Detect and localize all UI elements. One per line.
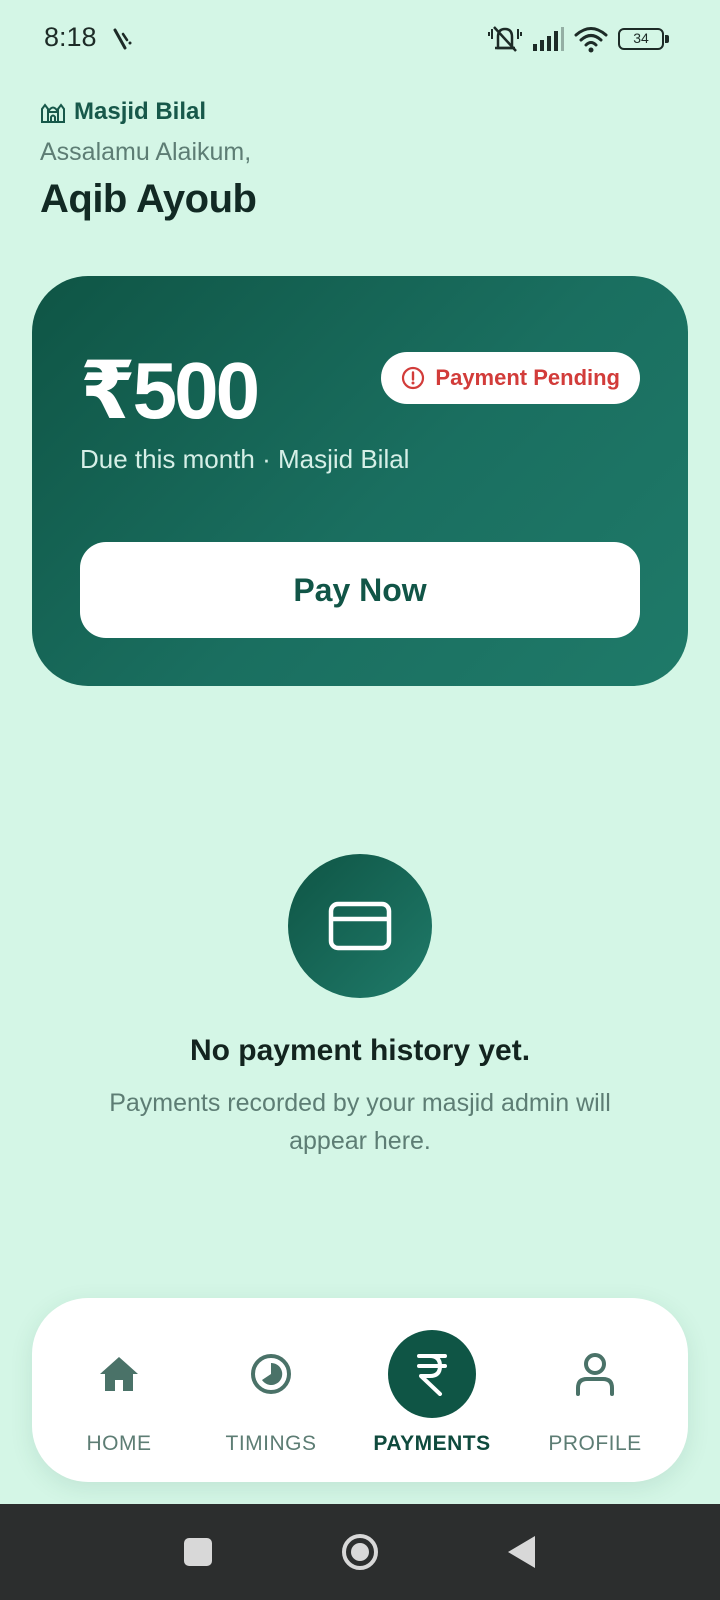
- user-name: Aqib Ayoub: [40, 177, 257, 221]
- header: Masjid Bilal Assalamu Alaikum, Aqib Ayou…: [40, 98, 257, 222]
- battery-icon: 34: [618, 28, 669, 50]
- nav-item-home[interactable]: HOME: [44, 1330, 194, 1460]
- bottom-nav: HOME TIMINGS PAYMENTS PROFILE: [32, 1298, 688, 1482]
- mosque-icon: [41, 103, 65, 123]
- payment-status-badge: Payment Pending: [381, 352, 640, 404]
- greeting: Assalamu Alaikum,: [40, 138, 252, 166]
- nav-item-timings[interactable]: TIMINGS: [196, 1330, 346, 1460]
- nav-item-profile[interactable]: PROFILE: [520, 1330, 670, 1460]
- empty-state-subtitle: Payments recorded by your masjid admin w…: [109, 1089, 611, 1155]
- credit-card-icon: [328, 901, 392, 951]
- nav-item-payments[interactable]: PAYMENTS: [357, 1330, 507, 1460]
- nav-label-payments: PAYMENTS: [373, 1432, 491, 1455]
- rupee-icon: [417, 1354, 447, 1396]
- silent-icon: [488, 26, 522, 52]
- empty-state-icon-circle: [288, 854, 432, 998]
- nav-label-profile: PROFILE: [548, 1432, 642, 1455]
- pay-now-button[interactable]: Pay Now: [80, 542, 640, 638]
- signal-icon: [533, 27, 564, 51]
- home-button-icon[interactable]: [340, 1532, 380, 1572]
- empty-state-title: No payment history yet.: [189, 1034, 531, 1067]
- mosque-name: Masjid Bilal: [74, 98, 207, 125]
- status-icons: 34: [488, 24, 669, 54]
- badge-label: Payment Pending: [435, 365, 620, 390]
- status-time: 8:18: [44, 22, 97, 52]
- notification-glyph-icon: [113, 28, 132, 50]
- recents-button-icon[interactable]: [178, 1532, 218, 1572]
- alert-icon: [402, 366, 425, 390]
- nav-label-home: HOME: [86, 1432, 152, 1455]
- status-bar: 8:18 34: [0, 0, 720, 80]
- back-button-icon[interactable]: [502, 1532, 542, 1572]
- nav-label-timings: TIMINGS: [225, 1432, 317, 1455]
- due-subtitle: Due this month · Masjid Bilal: [80, 444, 410, 474]
- due-amount: ₹500: [80, 346, 260, 435]
- person-icon: [576, 1353, 614, 1396]
- clock-icon: [251, 1354, 291, 1394]
- system-nav-bar: [0, 1504, 720, 1600]
- wifi-icon: [574, 27, 608, 53]
- home-icon: [100, 1357, 138, 1391]
- due-card: ₹500 Payment Pending Due this month · Ma…: [32, 276, 688, 686]
- mosque-row: Masjid Bilal: [40, 98, 256, 126]
